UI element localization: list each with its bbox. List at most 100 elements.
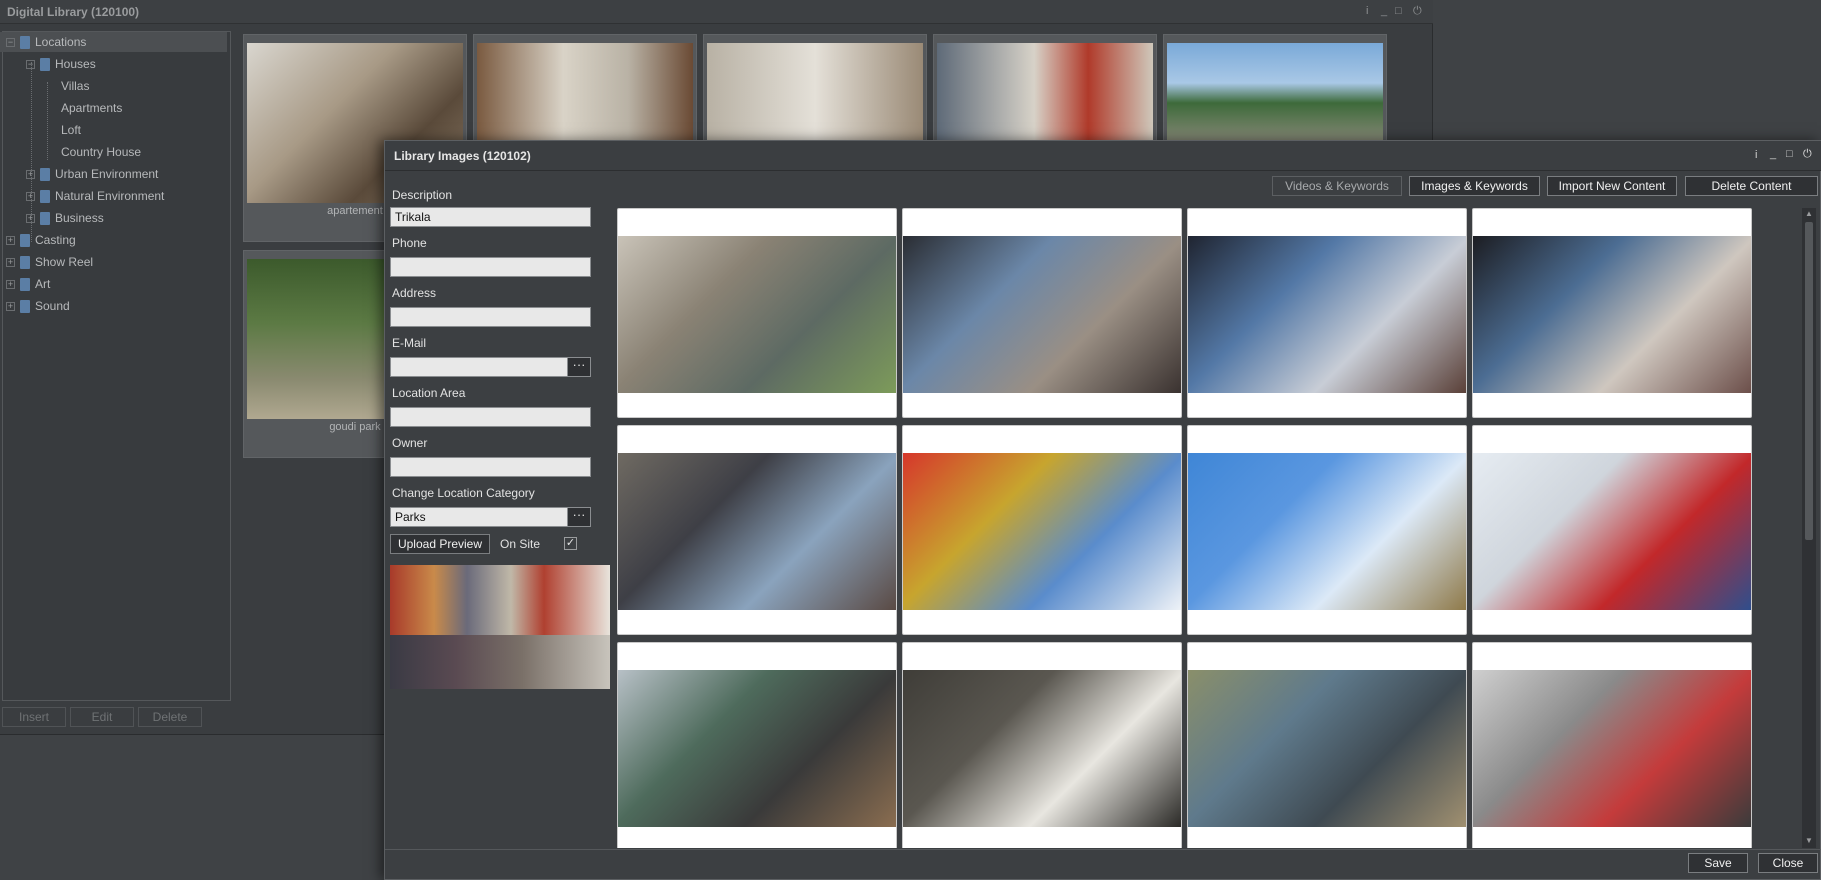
phone-input[interactable] (390, 257, 591, 277)
tree-node-business[interactable]: + Business (26, 208, 104, 228)
description-label: Description (392, 188, 453, 202)
image-thumbnail (903, 670, 1181, 827)
dialog-title-bar[interactable]: Library Images (120102) i _ □ ⏻ (385, 141, 1821, 171)
image-card-umbrella-alley[interactable] (1472, 642, 1752, 848)
image-thumbnail (618, 236, 896, 393)
collapse-icon[interactable]: − (26, 60, 35, 70)
owner-label: Owner (392, 436, 428, 450)
bg-thumbnail[interactable] (703, 34, 927, 144)
location-area-label: Location Area (392, 386, 466, 400)
book-icon (40, 190, 50, 204)
upload-preview-button[interactable]: Upload Preview (390, 534, 490, 554)
power-icon[interactable]: ⏻ (1413, 5, 1422, 18)
image-card-marsh-water[interactable] (1187, 642, 1467, 848)
address-label: Address (392, 286, 437, 300)
tree-node-villas[interactable]: Villas (61, 76, 89, 96)
book-icon (20, 256, 30, 270)
email-label: E-Mail (392, 336, 427, 350)
tree-node-loft[interactable]: Loft (61, 120, 81, 140)
image-thumbnail (903, 453, 1181, 610)
close-button[interactable]: Close (1758, 853, 1818, 873)
bg-thumbnail[interactable] (1163, 34, 1387, 144)
tree-node-show-reel[interactable]: + Show Reel (6, 252, 93, 272)
edit-button[interactable]: Edit (70, 707, 134, 727)
minimize-icon[interactable]: _ (1381, 5, 1387, 17)
tree-node-apartments[interactable]: Apartments (61, 98, 122, 118)
on-site-label: On Site (500, 537, 541, 551)
delete-button[interactable]: Delete (138, 707, 202, 727)
image-thumbnail (1188, 670, 1466, 827)
email-input[interactable] (390, 357, 568, 377)
info-icon[interactable]: i (1366, 5, 1368, 17)
expand-icon[interactable]: + (26, 170, 35, 180)
category-input[interactable] (390, 507, 568, 527)
scroll-down-arrow[interactable]: ▼ (1802, 836, 1816, 845)
delete-content-button[interactable]: Delete Content (1685, 176, 1818, 196)
image-card-stream-weir[interactable] (617, 208, 897, 418)
import-new-content-button[interactable]: Import New Content (1547, 176, 1677, 196)
owner-input[interactable] (390, 457, 591, 477)
insert-button[interactable]: Insert (2, 707, 66, 727)
phone-label: Phone (392, 236, 427, 250)
book-icon (40, 58, 50, 72)
bg-window-title: Digital Library (120100) (7, 5, 140, 19)
maximize-icon[interactable]: □ (1395, 5, 1402, 17)
library-images-dialog: Library Images (120102) i _ □ ⏻ Videos &… (384, 140, 1821, 880)
scroll-thumb[interactable] (1805, 222, 1813, 540)
tree-node-art[interactable]: + Art (6, 274, 50, 294)
power-icon[interactable]: ⏻ (1803, 148, 1812, 161)
tree-node-sound[interactable]: + Sound (6, 296, 70, 316)
category-browse-button[interactable]: ··· (567, 507, 591, 527)
expand-icon[interactable]: + (6, 258, 15, 268)
image-grid (617, 208, 1767, 848)
videos-keywords-button[interactable]: Videos & Keywords (1272, 176, 1402, 196)
tree-node-urban-environment[interactable]: + Urban Environment (26, 164, 158, 184)
category-tree (2, 31, 231, 701)
image-card-white-statue[interactable] (1187, 208, 1467, 418)
image-card-fairground-ride[interactable] (902, 425, 1182, 635)
grid-scrollbar[interactable]: ▲ ▼ (1802, 208, 1816, 848)
description-input[interactable] (390, 207, 591, 227)
image-card-tiki-figures[interactable] (617, 425, 897, 635)
minimize-icon[interactable]: _ (1770, 148, 1776, 160)
image-card-figures-display[interactable] (1472, 208, 1752, 418)
tree-node-country-house[interactable]: Country House (61, 142, 141, 162)
save-button[interactable]: Save (1688, 853, 1748, 873)
image-card-ducks-pond[interactable] (902, 642, 1182, 848)
expand-icon[interactable]: + (6, 280, 15, 290)
image-thumbnail (1473, 236, 1751, 393)
image-thumbnail (618, 453, 896, 610)
images-keywords-button[interactable]: Images & Keywords (1409, 176, 1540, 196)
maximize-icon[interactable]: □ (1786, 148, 1793, 160)
image-thumbnail (1473, 670, 1751, 827)
image-thumbnail (1473, 453, 1751, 610)
email-browse-button[interactable]: ··· (567, 357, 591, 377)
info-icon[interactable]: i (1755, 149, 1757, 161)
book-icon (40, 212, 50, 226)
tree-node-natural-environment[interactable]: + Natural Environment (26, 186, 164, 206)
address-input[interactable] (390, 307, 591, 327)
expand-icon[interactable]: + (26, 192, 35, 202)
scroll-up-arrow[interactable]: ▲ (1802, 209, 1816, 218)
category-label: Change Location Category (392, 486, 535, 500)
expand-icon[interactable]: + (6, 236, 15, 246)
book-icon (20, 278, 30, 292)
on-site-checkbox[interactable]: ✓ (564, 537, 577, 550)
bg-thumbnail[interactable] (933, 34, 1157, 144)
image-card-mushroom-figures[interactable] (902, 208, 1182, 418)
tree-node-casting[interactable]: + Casting (6, 230, 76, 250)
tree-node-houses[interactable]: − Houses (26, 54, 96, 74)
book-icon (40, 168, 50, 182)
location-area-input[interactable] (390, 407, 591, 427)
preview-image (390, 565, 610, 689)
image-card-footbridge-park[interactable] (617, 642, 897, 848)
expand-icon[interactable]: + (6, 302, 15, 312)
image-card-sky-rooftop[interactable] (1187, 425, 1467, 635)
book-icon (20, 234, 30, 248)
image-card-painted-wall[interactable] (1472, 425, 1752, 635)
image-thumbnail (1188, 236, 1466, 393)
bg-thumbnail[interactable] (473, 34, 697, 144)
tree-node-locations[interactable]: − Locations (0, 32, 227, 52)
collapse-icon[interactable]: − (6, 38, 15, 48)
expand-icon[interactable]: + (26, 214, 35, 224)
